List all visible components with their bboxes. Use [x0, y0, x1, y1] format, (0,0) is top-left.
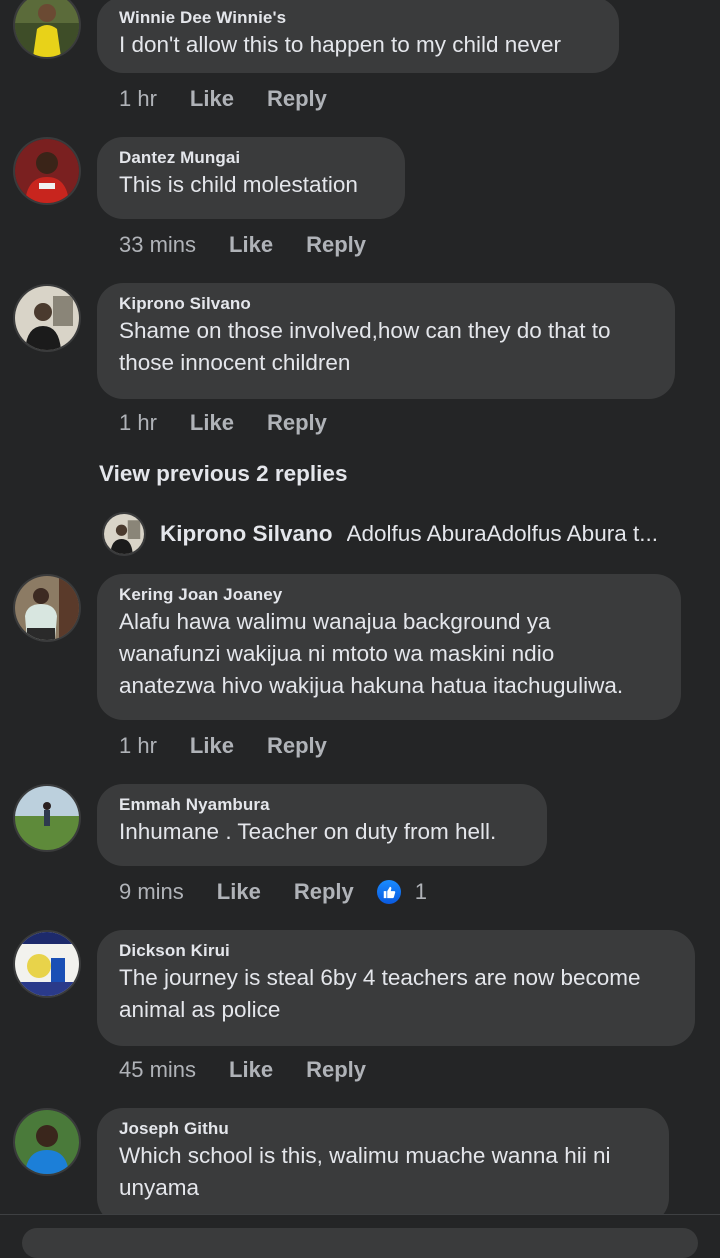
- like-button[interactable]: Like: [229, 1057, 273, 1083]
- commenter-name[interactable]: Winnie Dee Winnie's: [119, 7, 597, 29]
- reply-button[interactable]: Reply: [306, 1057, 366, 1083]
- timestamp[interactable]: 1 hr: [119, 733, 157, 759]
- commenter-name[interactable]: Kiprono Silvano: [119, 293, 653, 315]
- reply-button[interactable]: Reply: [267, 86, 327, 112]
- avatar[interactable]: [15, 1110, 79, 1174]
- comment-actions: 33 mins Like Reply: [119, 232, 399, 258]
- reply-button[interactable]: Reply: [294, 879, 354, 905]
- comment-actions: 45 mins Like Reply: [119, 1057, 399, 1083]
- comment-text: Alafu hawa walimu wanajua background ya …: [119, 609, 624, 698]
- comment-actions: 1 hr Like Reply: [119, 410, 360, 436]
- timestamp[interactable]: 1 hr: [119, 410, 157, 436]
- comment-bubble[interactable]: Dickson Kirui The journey is steal 6by 4…: [97, 930, 695, 1046]
- comment-actions: 9 mins Like Reply 1: [119, 879, 427, 905]
- avatar[interactable]: [15, 139, 79, 203]
- comment-input[interactable]: [22, 1228, 698, 1258]
- reaction-summary[interactable]: 1: [376, 879, 427, 905]
- avatar[interactable]: [15, 932, 79, 996]
- comment-bubble[interactable]: Dantez Mungai This is child molestation: [97, 137, 405, 219]
- timestamp[interactable]: 45 mins: [119, 1057, 196, 1083]
- comment-actions: 1 hr Like Reply: [119, 86, 360, 112]
- like-button[interactable]: Like: [190, 410, 234, 436]
- comment-text: Shame on those involved,how can they do …: [119, 318, 611, 375]
- comment-text: Which school is this, walimu muache wann…: [119, 1143, 611, 1200]
- like-button[interactable]: Like: [217, 879, 261, 905]
- comment-text: This is child molestation: [119, 172, 358, 197]
- comment-bubble[interactable]: Kiprono Silvano Shame on those involved,…: [97, 283, 675, 399]
- avatar[interactable]: [15, 286, 79, 350]
- avatar[interactable]: [104, 514, 144, 554]
- reply-preview-text: Adolfus AburaAdolfus Abura t...: [346, 521, 658, 546]
- commenter-name[interactable]: Dickson Kirui: [119, 940, 673, 962]
- reaction-count: 1: [414, 879, 427, 904]
- comment-bubble[interactable]: Winnie Dee Winnie's I don't allow this t…: [97, 0, 619, 73]
- comment-actions: 1 hr Like Reply: [119, 733, 360, 759]
- reply-button[interactable]: Reply: [267, 733, 327, 759]
- comment-bubble[interactable]: Joseph Githu Which school is this, walim…: [97, 1108, 669, 1224]
- commenter-name[interactable]: Dantez Mungai: [119, 147, 383, 169]
- like-button[interactable]: Like: [190, 86, 234, 112]
- reply-preview[interactable]: Kiprono Silvano Adolfus AburaAdolfus Abu…: [104, 514, 704, 554]
- timestamp[interactable]: 33 mins: [119, 232, 196, 258]
- avatar[interactable]: [15, 576, 79, 640]
- reply-button[interactable]: Reply: [267, 410, 327, 436]
- avatar[interactable]: [15, 786, 79, 850]
- view-previous-replies-link[interactable]: View previous 2 replies: [99, 461, 347, 487]
- comment-text: The journey is steal 6by 4 teachers are …: [119, 965, 641, 1022]
- like-button[interactable]: Like: [229, 232, 273, 258]
- reply-preview-name[interactable]: Kiprono Silvano: [160, 521, 333, 547]
- comment-bubble[interactable]: Emmah Nyambura Inhumane . Teacher on dut…: [97, 784, 547, 866]
- avatar[interactable]: [15, 0, 79, 57]
- comment-bubble[interactable]: Kering Joan Joaney Alafu hawa walimu wan…: [97, 574, 681, 720]
- reply-button[interactable]: Reply: [306, 232, 366, 258]
- commenter-name[interactable]: Joseph Githu: [119, 1118, 647, 1140]
- timestamp[interactable]: 1 hr: [119, 86, 157, 112]
- commenter-name[interactable]: Emmah Nyambura: [119, 794, 525, 816]
- comment-text: Inhumane . Teacher on duty from hell.: [119, 819, 497, 844]
- like-button[interactable]: Like: [190, 733, 234, 759]
- thumbs-up-icon: [376, 880, 401, 904]
- comment-text: I don't allow this to happen to my child…: [119, 32, 562, 57]
- commenter-name[interactable]: Kering Joan Joaney: [119, 584, 659, 606]
- timestamp[interactable]: 9 mins: [119, 879, 184, 905]
